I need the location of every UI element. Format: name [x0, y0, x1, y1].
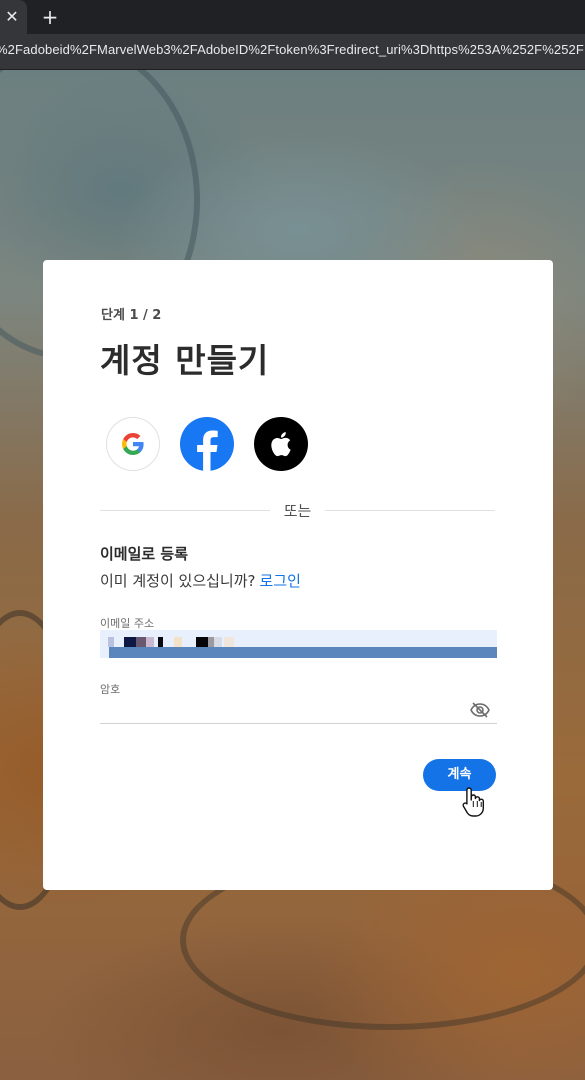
have-account-prompt: 이미 계정이 있으십니까? 로그인 [100, 570, 301, 591]
show-password-icon[interactable] [470, 701, 490, 719]
redacted-email-pixels [214, 637, 222, 647]
apple-signin-button[interactable] [254, 417, 308, 471]
redacted-email-pixels [174, 637, 182, 647]
email-autofill-highlight [109, 647, 497, 658]
new-tab-button[interactable]: + [38, 0, 62, 34]
redacted-email-pixels [224, 637, 234, 647]
google-signin-button[interactable] [106, 417, 160, 471]
address-bar[interactable]: %2Fadobeid%2FMarvelWeb3%2FAdobeID%2Ftoke… [0, 34, 585, 70]
redacted-email-pixels [196, 637, 208, 647]
or-divider-text: 또는 [283, 502, 312, 520]
email-signup-heading: 이메일로 등록 [100, 545, 189, 563]
email-field-label: 이메일 주소 [100, 617, 155, 630]
redacted-email-pixels [158, 637, 163, 647]
redacted-email-pixels [146, 637, 154, 647]
url-text: %2Fadobeid%2FMarvelWeb3%2FAdobeID%2Ftoke… [0, 42, 584, 57]
close-tab-icon[interactable]: ✕ [0, 0, 24, 34]
tab-strip: ✕ + [0, 0, 585, 34]
page-title: 계정 만들기 [100, 341, 270, 380]
google-icon [122, 433, 144, 455]
facebook-signin-button[interactable] [180, 417, 234, 471]
apple-icon [271, 432, 291, 457]
redacted-email-pixels [136, 637, 146, 647]
facebook-icon [197, 430, 218, 471]
hand-pointer-cursor-icon [462, 787, 484, 817]
divider-right [325, 510, 495, 511]
step-indicator: 단계 1 / 2 [101, 308, 162, 323]
email-field[interactable] [100, 630, 497, 658]
redacted-email-pixels [124, 637, 136, 647]
have-account-text: 이미 계정이 있으십니까? [100, 572, 256, 590]
password-field[interactable] [100, 697, 497, 724]
divider-left [100, 510, 270, 511]
browser-tab[interactable]: ✕ [0, 0, 27, 34]
login-link[interactable]: 로그인 [260, 572, 301, 590]
password-field-label: 암호 [100, 683, 121, 696]
redacted-email-pixels [108, 637, 114, 647]
